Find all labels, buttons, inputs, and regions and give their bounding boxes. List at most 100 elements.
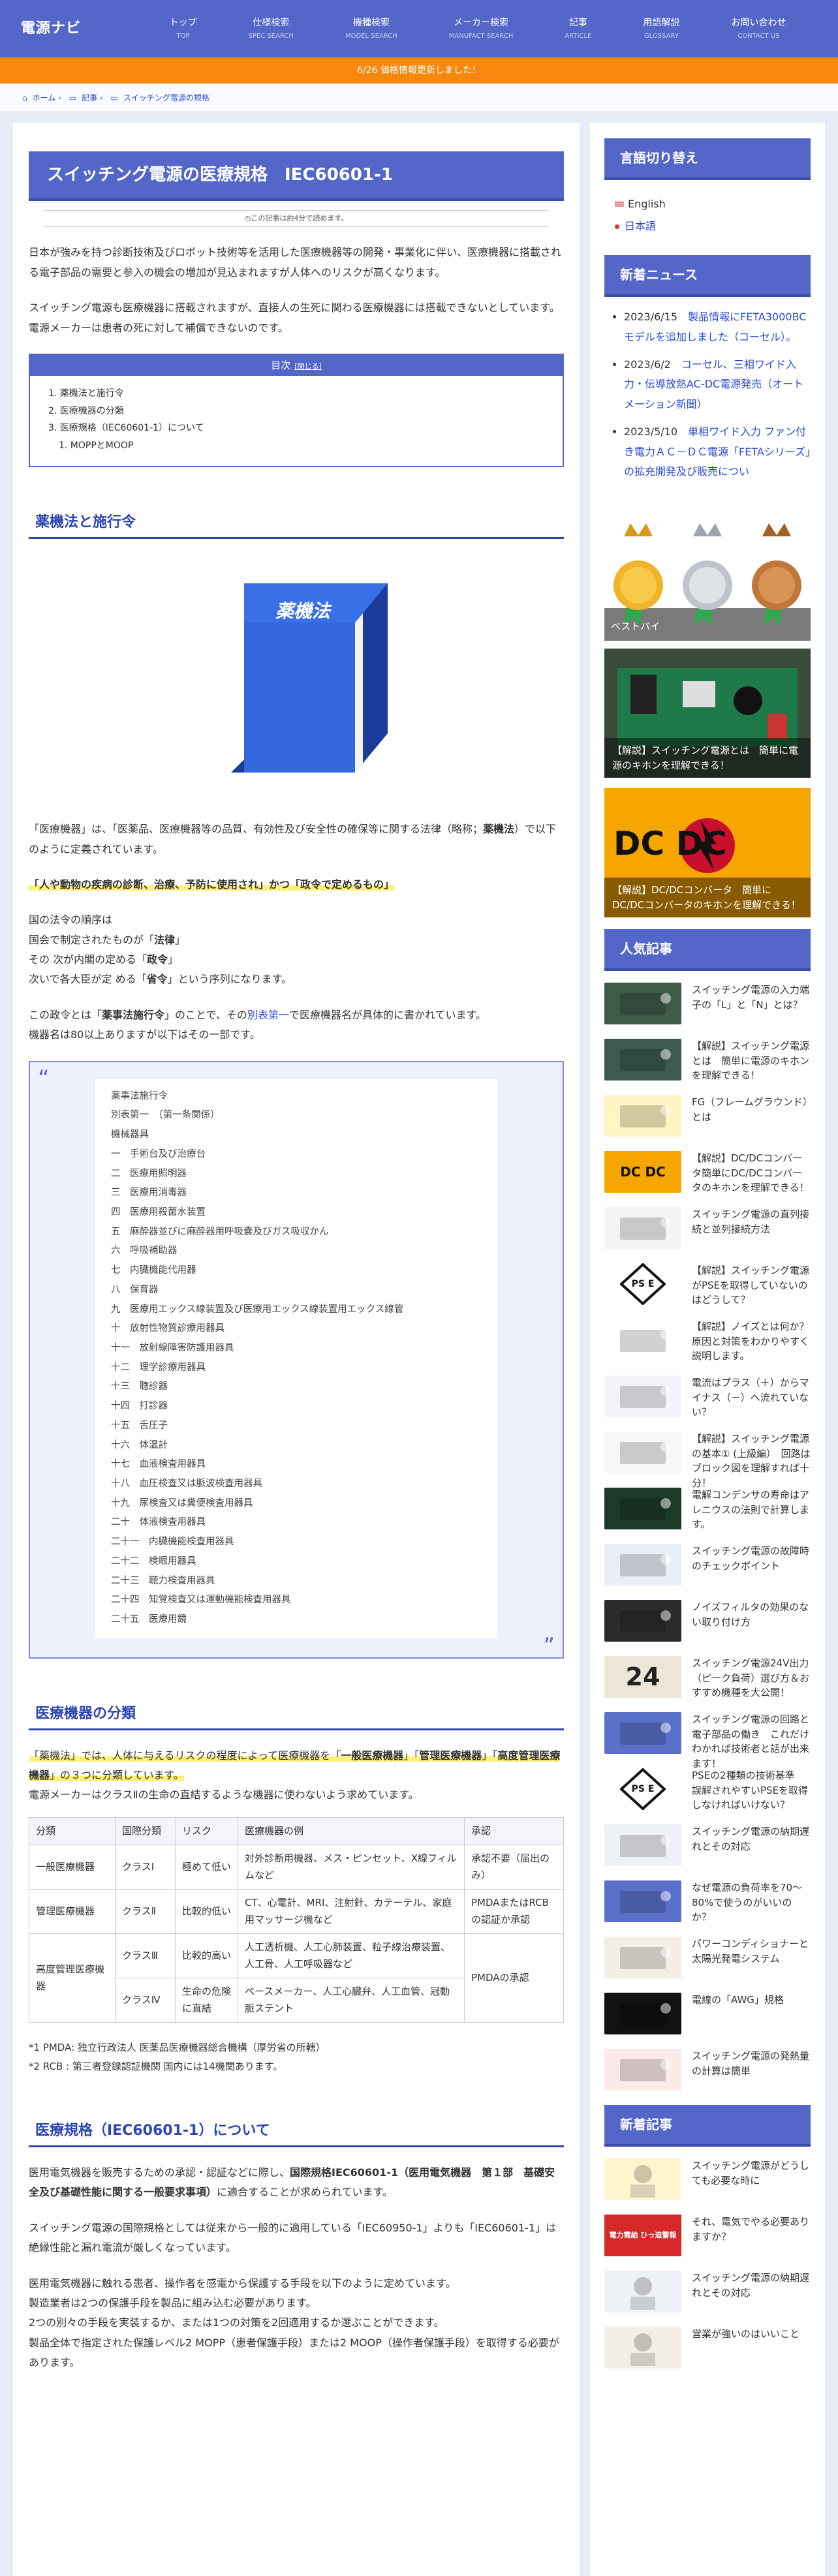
quote-line: 二 医療用照明器 [111, 1168, 187, 1179]
nav-model-search[interactable]: 機種検索 MODEL SEARCH [345, 17, 397, 40]
quote-line: 十三 聴診器 [111, 1381, 168, 1392]
popular-title: スイッチング電源の回路と電子部品の働き これだけわかれば技術者と話が出来ます！ [692, 1713, 810, 1770]
new-article-title: スイッチング電源の納期遅れとその対応 [692, 2272, 810, 2299]
popular-item[interactable]: PS E PSEの2種類の技術基準 誤解されやすいPSEを取得しなければいけない？ [604, 1768, 811, 1817]
breadcrumb-sep: › [58, 93, 64, 102]
nav-spec-search[interactable]: 仕様検索 SPEC SEARCH [249, 17, 294, 40]
quote-line: 十七 血液検査用器具 [111, 1459, 206, 1470]
quote-line: 十九 尿検査又は糞便検査用器具 [111, 1497, 253, 1509]
popular-item[interactable]: スイッチング電源の故障時のチェックポイント [604, 1544, 811, 1592]
nav-contact[interactable]: お問い合わせ CONTACT US [731, 17, 786, 40]
quote-line: 十六 体温計 [111, 1439, 168, 1450]
best-buy-banner[interactable]: ベストバイ [604, 510, 811, 641]
popular-thumbnail [604, 1319, 681, 1362]
popular-thumbnail [604, 1375, 681, 1418]
intro-paragraph-2: スイッチング電源も医療機器に搭載されますが、直接人の生死に関わる医療機器には搭載… [29, 301, 560, 334]
nav-top[interactable]: トップ TOP [170, 17, 197, 40]
toc-item[interactable]: 3. 医療規格（IEC60601-1）について [48, 420, 544, 437]
breadcrumb-home[interactable]: ホーム [33, 93, 56, 102]
breadcrumb-sep: › [99, 93, 106, 102]
new-article-item[interactable]: 電力需給 ひっ迫警報 それ、電気でやる必要ありますか？ [604, 2215, 811, 2263]
breadcrumb: ⌂ ホーム › ▭ 記事 › ▭ スイッチング電源の規格 [0, 84, 838, 112]
new-article-title: それ、電気でやる必要ありますか？ [692, 2216, 810, 2243]
popular-item[interactable]: FG（フレームグラウンド）とは [604, 1095, 811, 1143]
quote-line: 十二 理学診療用器具 [111, 1362, 206, 1373]
popular-item[interactable]: スイッチング電源の直列接続と並列接続方法 [604, 1207, 811, 1255]
quote-line: 機械器具 [111, 1129, 149, 1141]
popular-title: 【解説】スイッチング電源の基本① (上級編） 回路はブロック図を理解すれば十分！ [692, 1433, 811, 1489]
popular-thumbnail [604, 1095, 681, 1137]
site-logo[interactable]: 電源ナビ [0, 16, 144, 42]
popular-item[interactable]: なぜ電源の負荷率を70～80%で使うのがいいのか？ [604, 1880, 811, 1929]
nav-maker-search[interactable]: メーカー検索 MANUFACT SEARCH [449, 17, 514, 40]
footnotes: *1 PMDA: 独立行政法人 医薬品医療機器総合機構（厚労省の所轄） *2 R… [29, 2038, 564, 2076]
popular-item[interactable]: 電線の「AWG」規格 [604, 1993, 811, 2041]
toc-title: 目次 [271, 359, 291, 371]
intro-paragraph: 日本が強みを持つ診断技術及びロボット技術等を活用した医療機器等の開発・事業化に伴… [29, 246, 562, 279]
popular-item[interactable]: パワーコンディショナーと太陽光発電システム [604, 1937, 811, 1985]
feature-card-switching[interactable]: 【解説】スイッチング電源とは 簡単に電源のキホンを理解できる！ [604, 649, 811, 778]
popular-item[interactable]: ノイズフィルタの効果のない取り付け方 [604, 1600, 811, 1648]
new-article-item[interactable]: スイッチング電源がどうしても必要な時に [604, 2158, 811, 2207]
popular-item[interactable]: スイッチング電源の回路と電子部品の働き これだけわかれば技術者と話が出来ます！ [604, 1712, 811, 1770]
new-article-item[interactable]: スイッチング電源の納期遅れとその対応 [604, 2271, 811, 2319]
popular-item[interactable]: スイッチング電源の発熱量の計算は簡単 [604, 2049, 811, 2097]
lang-english[interactable]: English [615, 193, 800, 215]
language-switcher: English 日本語 [604, 180, 811, 243]
appendix-link[interactable]: 別表第一 [247, 1009, 289, 1021]
book-illustration: 薬機法 [192, 577, 401, 786]
section-heading: 医療規格（IEC60601-1）について [29, 2121, 564, 2148]
popular-item[interactable]: 電解コンデンサの寿命はアレニウスの法則で計算します。 [604, 1488, 811, 1536]
section-heading: 薬機法と施行令 [29, 513, 564, 540]
lang-japanese[interactable]: 日本語 [615, 215, 800, 238]
new-article-item[interactable]: 営業が強いのはいいこと [604, 2327, 811, 2375]
popular-item[interactable]: DC DC 【解説】DC/DCコンバータ簡単にDC/DCコンバータのキホンを理解で… [604, 1151, 811, 1199]
toc-item[interactable]: 2. 医療機器の分類 [48, 403, 544, 420]
notice-bar[interactable]: 6/26 価格情報更新しました！ [0, 57, 838, 84]
popular-item[interactable]: 【解説】ノイズとは何か？原因と対策をわかりやすく説明します。 [604, 1319, 811, 1368]
sidebar: 言語切り替え English 日本語 新着ニュース 2023/6/15 製品情報… [590, 123, 825, 2576]
popular-item[interactable]: スイッチング電源の入力端子の「L」と「N」とは？ [604, 983, 811, 1031]
definition-highlight: 「人や動物の疾病の診断、治療、予防に使用され」かつ「政令で定めるもの」 [29, 878, 395, 891]
nav-article[interactable]: 記事 ARTICLE [565, 17, 591, 40]
section-heading: 医療機器の分類 [29, 1704, 564, 1730]
new-article-thumbnail [604, 2327, 681, 2369]
quote-line: 三 医療用消毒器 [111, 1188, 187, 1199]
read-time: ◷この記事は約4分で読めます。 [44, 210, 548, 228]
popular-item[interactable]: PS E 【解説】スイッチング電源がPSEを取得していないのはどうして？ [604, 1263, 811, 1311]
popular-title: スイッチング電源の発熱量の計算は簡単 [692, 2050, 810, 2077]
popular-item[interactable]: 【解説】スイッチング電源とは 簡単に電源のキホンを理解できる！ [604, 1039, 811, 1087]
feature-card-dcdc[interactable]: DC DC 【解説】DC/DCコンバータ 簡単にDC/DCコンバータのキホンを理… [604, 788, 811, 918]
popular-thumbnail [604, 1712, 681, 1755]
law-order-paragraph: 国の法令の順序は 国会で制定されたものが「法律」 その 次が内閣の定める「政令」… [29, 913, 292, 986]
popular-thumbnail [604, 1488, 681, 1530]
popular-item[interactable]: スイッチング電源の納期遅れとその対応 [604, 1824, 811, 1873]
toc-toggle[interactable]: [閉じる] [294, 362, 322, 371]
quote-line: 九 医療用エックス線装置及び医療用エックス線装置用エックス線管 [111, 1304, 404, 1315]
popular-title: 電流はプラス（＋）からマイナス（－）へ流れていない？ [692, 1377, 809, 1418]
toc-subitem[interactable]: 1. MOPPとMOOP [48, 437, 544, 455]
news-item: 2023/5/10 単相ワイド入力 ファン付き電力ＡＣ－ＤＣ電源「FETAシリー… [624, 422, 811, 482]
quote-line: 二十二 検眼用器具 [111, 1556, 196, 1567]
toc-item[interactable]: 1. 薬機法と施行令 [48, 385, 544, 403]
popular-item[interactable]: 【解説】スイッチング電源の基本① (上級編） 回路はブロック図を理解すれば十分！ [604, 1432, 811, 1489]
popular-thumbnail [604, 2049, 681, 2091]
cabinet-order-paragraph: この政令とは「薬事法施行令」のことで、その別表第一で医療機器名が具体的に書かれて… [29, 1008, 486, 1041]
popular-title: FG（フレームグラウンド）とは [692, 1096, 808, 1123]
table-header: 国際分類 [115, 1817, 176, 1846]
table-header: 医療機器の例 [238, 1817, 465, 1846]
breadcrumb-current[interactable]: スイッチング電源の規格 [123, 93, 210, 102]
nav-glossary[interactable]: 用語解説 GLOSSARY [643, 17, 679, 40]
quote-line: 薬事法施行令 [111, 1090, 168, 1101]
quote-line: 二十四 知覚検査又は運動機能検査用器具 [111, 1595, 291, 1606]
popular-item[interactable]: 電流はプラス（＋）からマイナス（－）へ流れていない？ [604, 1375, 811, 1424]
home-icon: ⌂ [22, 93, 27, 102]
popular-item[interactable]: 24 スイッチング電源24V出力（ピーク負荷）選び方＆おすすめ機種を大公開！ [604, 1656, 811, 1704]
popular-title: スイッチング電源の直列接続と並列接続方法 [692, 1208, 810, 1235]
table-header: リスク [175, 1817, 238, 1846]
quote-line: 二十一 内臓機能検査用器具 [111, 1537, 234, 1548]
popular-list: スイッチング電源の入力端子の「L」と「N」とは？ 【解説】スイッチング電源とは 簡… [604, 983, 811, 2097]
sidebar-heading-new: 新着記事 [604, 2105, 811, 2147]
breadcrumb-article[interactable]: 記事 [82, 93, 97, 102]
sidebar-heading-popular: 人気記事 [604, 929, 811, 972]
